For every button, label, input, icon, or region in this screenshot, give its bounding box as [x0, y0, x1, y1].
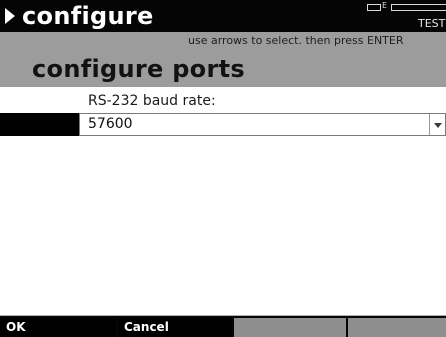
- battery-icon: [367, 4, 381, 11]
- battery-level-bar: [391, 4, 446, 11]
- app-title: configure: [22, 2, 154, 30]
- ok-button[interactable]: OK: [0, 318, 116, 337]
- settings-panel: RS-232 baud rate: 57600: [0, 86, 446, 316]
- softkey-bar: OK Cancel: [0, 316, 446, 337]
- softkey-4-button[interactable]: [348, 318, 446, 337]
- instruction-hint: use arrows to select. then press ENTER: [188, 34, 404, 47]
- page-title: configure ports: [32, 55, 245, 83]
- mode-indicator: TEST: [418, 17, 446, 30]
- selected-row-marker: [0, 113, 79, 136]
- baud-rate-label: RS-232 baud rate:: [88, 93, 216, 109]
- chevron-down-icon[interactable]: [434, 123, 442, 128]
- softkey-3-button[interactable]: [234, 318, 346, 337]
- divider: [0, 86, 446, 87]
- header-band: use arrows to select. then press ENTER c…: [0, 32, 446, 86]
- baud-rate-select[interactable]: 57600: [79, 113, 446, 136]
- title-bar: configure E TEST: [0, 0, 446, 32]
- select-divider: [429, 114, 430, 135]
- battery-letter: E: [382, 1, 388, 10]
- baud-rate-value: 57600: [88, 116, 133, 132]
- device-screen: configure E TEST use arrows to select. t…: [0, 0, 446, 337]
- triangle-right-icon: [5, 8, 15, 24]
- cancel-button[interactable]: Cancel: [118, 318, 232, 337]
